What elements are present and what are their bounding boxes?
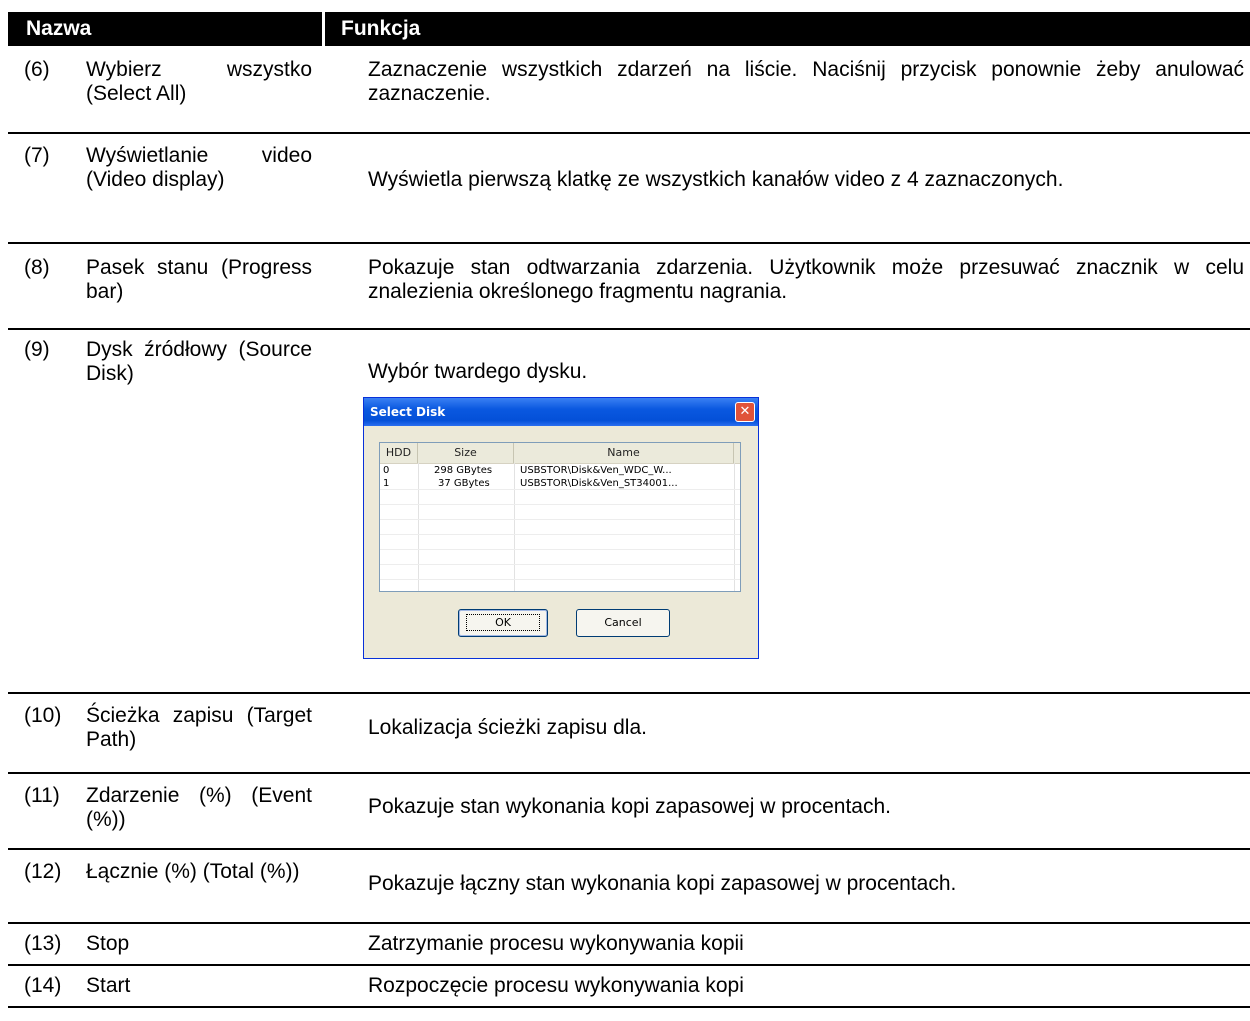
table-row: (10) Ścieżka zapisu (Target Path) Lokali… — [8, 694, 1250, 774]
row-function: Wyświetla pierwszą klatkę ze wszystkich … — [368, 168, 1064, 191]
row-number: (10) — [24, 704, 62, 727]
row-number: (7) — [24, 144, 50, 167]
column-header-hdd[interactable]: HDD — [380, 443, 418, 463]
column-header-function: Funkcja — [325, 12, 1250, 46]
row-name: Start — [86, 974, 131, 997]
row-number: (13) — [24, 932, 62, 955]
grid-line — [380, 564, 740, 565]
grid-line — [514, 463, 515, 591]
grid-line — [380, 519, 740, 520]
grid-line — [380, 504, 740, 505]
disk-size: 37 GBytes — [438, 478, 490, 489]
row-function: Zatrzymanie procesu wykonywania kopii — [368, 932, 744, 955]
row-function: Lokalizacja ścieżki zapisu dla. — [368, 716, 647, 739]
column-header-name[interactable]: Name — [514, 443, 734, 463]
disk-name: USBSTOR\Disk&Ven_ST34001... — [520, 478, 678, 489]
grid-line — [418, 463, 419, 591]
table-row: (12) Łącznie (%) (Total (%)) Pokazuje łą… — [8, 850, 1250, 924]
row-function: Pokazuje stan wykonania kopi zapasowej w… — [368, 795, 891, 818]
grid-line — [380, 579, 740, 580]
table-row: (14) Start Rozpoczęcie procesu wykonywan… — [8, 966, 1250, 1008]
close-icon[interactable]: ✕ — [735, 402, 755, 422]
disk-list-header: HDD Size Name — [380, 443, 740, 464]
row-number: (11) — [24, 784, 60, 807]
disk-name: USBSTOR\Disk&Ven_WDC_W... — [520, 465, 672, 476]
table-row: (8) Pasek stanu (Progress bar) Pokazuje … — [8, 244, 1250, 330]
row-name: Zdarzenie (%) (Event (%)) — [86, 784, 312, 831]
row-function: Rozpoczęcie procesu wykonywania kopi — [368, 974, 744, 997]
column-header-name: Nazwa — [8, 12, 322, 46]
row-name: Łącznie (%) (Total (%)) — [86, 860, 300, 883]
disk-list[interactable]: HDD Size Name 0 298 GBytes USBSTOR\Disk&… — [379, 442, 741, 592]
dialog-title: Select Disk — [370, 405, 446, 419]
ok-button[interactable]: OK — [458, 609, 548, 637]
disk-size: 298 GBytes — [434, 465, 493, 476]
row-name: Dysk źródłowy (Source Disk) — [86, 338, 312, 385]
grid-line — [380, 549, 740, 550]
row-number: (9) — [24, 338, 50, 361]
row-function: Pokazuje stan odtwarzania zdarzenia. Uży… — [368, 256, 1244, 303]
grid-line — [734, 463, 735, 591]
column-header-size[interactable]: Size — [418, 443, 514, 463]
row-name: Wybierz wszystko (Select All) — [86, 58, 312, 105]
row-function: Zaznaczenie wszystkich zdarzeń na liście… — [368, 58, 1244, 105]
select-disk-dialog: Select Disk ✕ HDD Size Name 0 298 GBytes… — [363, 397, 759, 659]
row-name: Stop — [86, 932, 130, 955]
disk-hdd: 1 — [383, 478, 390, 489]
dialog-title-bar[interactable]: Select Disk ✕ — [364, 398, 758, 426]
table-row: (7) Wyświetlanie video (Video display) W… — [8, 134, 1250, 244]
row-number: (12) — [24, 860, 62, 883]
row-name: Wyświetlanie video (Video display) — [86, 144, 312, 191]
table-row: (6) Wybierz wszystko (Select All) Zaznac… — [8, 46, 1250, 134]
disk-hdd: 0 — [383, 465, 390, 476]
row-number: (14) — [24, 974, 62, 997]
row-number: (6) — [24, 58, 50, 81]
table-row: (13) Stop Zatrzymanie procesu wykonywani… — [8, 924, 1250, 966]
row-function: Pokazuje łączny stan wykonania kopi zapa… — [368, 872, 957, 895]
ok-button-label: OK — [466, 614, 540, 631]
table-row: (11) Zdarzenie (%) (Event (%)) Pokazuje … — [8, 774, 1250, 850]
grid-line — [380, 534, 740, 535]
row-function: Wybór twardego dysku. — [368, 360, 588, 383]
row-name: Pasek stanu (Progress bar) — [86, 256, 312, 303]
row-name: Ścieżka zapisu (Target Path) — [86, 704, 312, 751]
cancel-button[interactable]: Cancel — [576, 609, 670, 637]
row-number: (8) — [24, 256, 50, 279]
